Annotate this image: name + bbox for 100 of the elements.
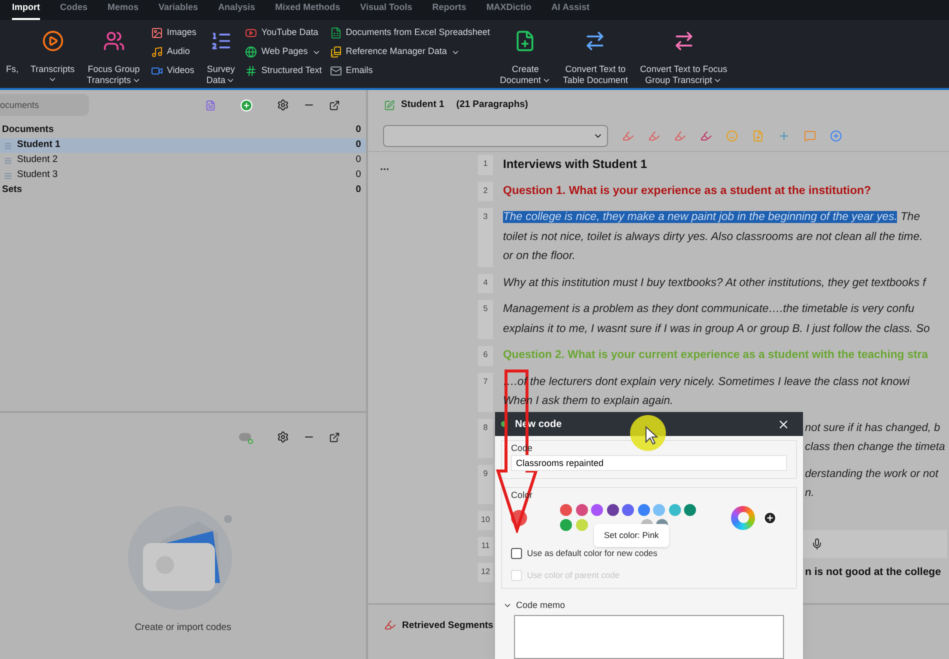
color-swatch[interactable]	[560, 519, 572, 531]
code-name-field[interactable]: Classrooms repainted	[511, 455, 787, 471]
menu-tab[interactable]: Visual Tools	[360, 0, 412, 20]
text-document-icon	[4, 156, 12, 164]
paragraph-text: Question 2. What is your current experience as a student with the teaching stra	[503, 348, 928, 363]
image-icon	[150, 27, 163, 39]
color-swatch[interactable]	[684, 504, 696, 516]
paragraph-text: The college is nice, they make a new paint job in the beginning of the year yes. The	[503, 210, 921, 225]
color-swatch[interactable]	[638, 504, 650, 516]
settings-icon[interactable]	[277, 99, 289, 111]
menu-tab[interactable]: Variables	[158, 0, 198, 20]
books-icon	[330, 46, 342, 58]
more-button[interactable]: ...	[380, 161, 390, 173]
tree-item[interactable]: Sets 0	[0, 183, 366, 198]
empty-message: Create or import codes	[134, 621, 232, 635]
document-icon[interactable]	[205, 100, 216, 110]
memo-expander[interactable]: Code memo	[503, 598, 795, 612]
document-title: Student 1	[401, 98, 444, 112]
toggle-icon[interactable]	[239, 433, 251, 441]
tree-item[interactable]: Student 3 0	[0, 168, 366, 183]
add-icon[interactable]	[763, 510, 777, 524]
paragraph-number: 2	[478, 182, 493, 201]
ribbon-menu-item[interactable]: Videos	[150, 63, 196, 79]
checkbox-label: Use as default color for new codes	[527, 547, 658, 560]
edit-icon	[384, 100, 395, 110]
paragraph-text: derstanding the work or not	[805, 466, 938, 482]
list-icon	[210, 30, 232, 52]
toolbar-icon[interactable]	[830, 130, 842, 142]
code-dropdown[interactable]	[383, 124, 608, 146]
settings-icon[interactable]	[277, 431, 289, 443]
paragraph-number: 8	[478, 418, 493, 458]
paragraph-text: Interviews with Student 1	[503, 156, 648, 173]
color-swatch[interactable]	[576, 504, 588, 516]
popout-icon[interactable]	[329, 432, 340, 442]
menu-tab[interactable]: Memos	[108, 0, 139, 20]
color-wheel-icon[interactable]	[731, 506, 755, 530]
toolbar-icon[interactable]	[778, 130, 790, 142]
toolbar-icon[interactable]	[700, 130, 712, 142]
color-swatch[interactable]	[560, 504, 572, 516]
ribbon-menu-item[interactable]: Images	[150, 25, 196, 41]
tree-item[interactable]: Documents 0	[0, 123, 366, 138]
ribbon-menu-item[interactable]: Emails	[330, 63, 490, 79]
paragraph-text: toilet is not nice, toilet is always dirty yes. Also classrooms are not clean all the time.	[503, 230, 923, 244]
globe-icon	[245, 46, 258, 58]
paragraph-text: Management is a problem as they dont communicate….the timetable is very confu	[503, 302, 916, 317]
ribbon-button[interactable]: Survey Data	[200, 24, 242, 88]
paragraph-text: n.	[805, 486, 816, 501]
ribbon-menu-item[interactable]: Audio	[150, 44, 196, 60]
chevron-icon	[132, 76, 141, 85]
paragraph-number: 5	[478, 300, 493, 339]
ribbon-button[interactable]: Convert Text to Table Document	[556, 24, 634, 88]
menu-tab[interactable]: Codes	[60, 0, 88, 20]
tree-item[interactable]: Student 1 0	[0, 138, 366, 153]
video-camera-icon	[150, 65, 163, 77]
close-icon[interactable]	[777, 418, 790, 430]
memo-field[interactable]	[514, 615, 784, 659]
menu-tab[interactable]: Analysis	[218, 0, 256, 20]
menu-tab[interactable]: AI Assist	[551, 0, 590, 20]
ribbon-menu-item[interactable]: Structured Text	[245, 63, 322, 79]
toolbar-icon[interactable]	[622, 130, 634, 142]
ribbon-menu-item[interactable]: Documents from Excel Spreadsheet	[330, 25, 490, 41]
paragraph-number: 3	[478, 208, 493, 266]
ribbon-menu-item[interactable]: Reference Manager Data	[330, 44, 490, 60]
menu-tab[interactable]: Reports	[432, 0, 466, 20]
color-swatch[interactable]	[591, 504, 603, 516]
color-swatch[interactable]	[653, 504, 665, 516]
chevron-icon	[542, 76, 551, 85]
ribbon-button[interactable]: Fs,	[0, 24, 24, 88]
tree-item[interactable]: Student 2 0	[0, 153, 366, 168]
search-field[interactable]: ocuments	[0, 94, 89, 116]
checkbox[interactable]	[511, 548, 522, 559]
ribbon-menu-item[interactable]: YouTube Data	[245, 25, 322, 41]
ribbon-button[interactable]: Focus Group Transcripts	[80, 24, 147, 88]
paragraph-number: 6	[478, 346, 493, 366]
ribbon-menu-item[interactable]: Web Pages	[245, 44, 322, 60]
paragraph-text: n is not good at the college	[805, 564, 941, 580]
toolbar-icon[interactable]	[674, 130, 686, 142]
menu-tab[interactable]: Mixed Methods	[275, 0, 340, 20]
ribbon-button[interactable]: Convert Text to Focus Group Transcript	[634, 24, 734, 88]
panel-title: Retrieved Segments	[402, 619, 494, 633]
text-document-icon	[4, 172, 12, 180]
paragraph-text: explains it to me, I wasnt sure if I was in group A or group B. I just follow the class. So	[503, 322, 930, 336]
play-icon	[245, 27, 258, 39]
popout-icon[interactable]	[329, 100, 340, 110]
music-note-icon	[150, 46, 163, 58]
toolbar-icon[interactable]	[648, 130, 660, 142]
color-swatch[interactable]	[668, 504, 680, 516]
chevron-icon	[713, 76, 722, 85]
paragraph-number: 11	[478, 536, 493, 556]
paragraph-number: 9	[478, 464, 493, 504]
color-swatch[interactable]	[576, 519, 588, 531]
color-swatch[interactable]	[606, 504, 618, 516]
envelope-icon	[330, 65, 342, 77]
paragraph-text: Question 1. What is your experience as a student at the institution?	[503, 184, 872, 198]
color-swatch[interactable]	[622, 504, 634, 516]
menu-tab[interactable]: MAXDictio	[486, 0, 532, 20]
play-circle-icon	[42, 30, 64, 52]
ribbon-button[interactable]: Create Document	[494, 24, 557, 88]
paragraph-text: Why at this institution must I buy textbooks? At other institutions, they get textbooks f	[503, 276, 926, 290]
ribbon-button[interactable]: Transcripts	[24, 24, 81, 88]
